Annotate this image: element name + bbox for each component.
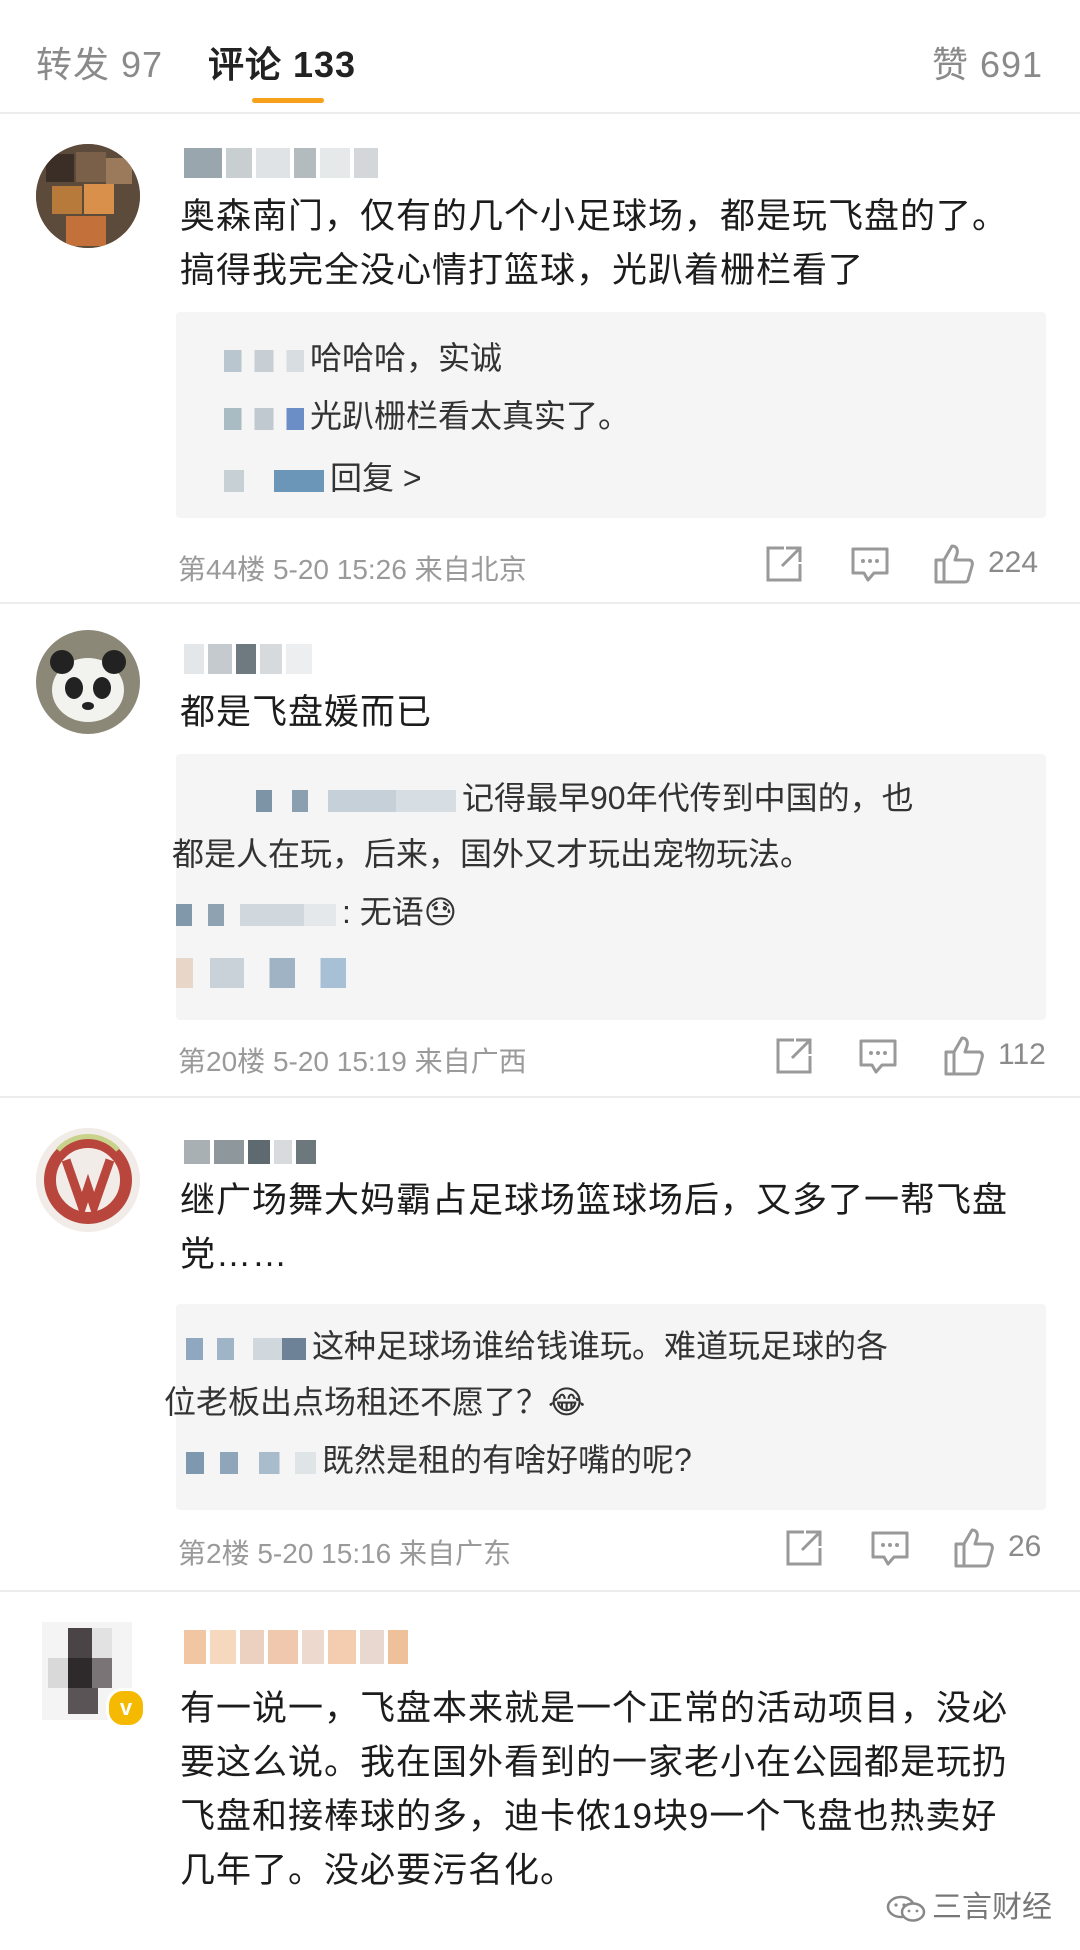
comment-icon[interactable]: [868, 1526, 912, 1570]
username-blurred[interactable]: [184, 148, 382, 178]
reply-line: [176, 950, 352, 990]
share-icon[interactable]: [772, 1034, 816, 1078]
share-icon[interactable]: [782, 1526, 826, 1570]
reply-box[interactable]: 这种足球场谁给钱谁玩。难道玩足球的各 位老板出点场租还不愿了？😂 既然是租的有啥…: [164, 1304, 1046, 1510]
avatar[interactable]: [36, 630, 140, 734]
divider: [0, 1096, 1080, 1098]
tab-reposts[interactable]: 转发 97: [36, 36, 163, 88]
avatar[interactable]: [36, 1128, 140, 1232]
comment-text: 奥森南门，仅有的几个小足球场，都是玩飞盘的了。搞得我完全没心情打篮球，光趴着栅栏…: [180, 197, 1009, 290]
reply-line: 位老板出点场租还不愿了？😂: [164, 1384, 586, 1420]
tab-comments[interactable]: 评论 133: [208, 36, 356, 88]
like-count: 224: [988, 546, 1039, 579]
divider: [0, 1590, 1080, 1592]
comment-text: 有一说一，飞盘本来就是一个正常的活动项目，没必要这么说。我在国外看到的一家老小在…: [180, 1689, 1009, 1890]
comment-text: 都是飞盘媛而已: [180, 693, 433, 732]
logo-avatar-image: [36, 1128, 140, 1232]
comment-meta: 第2楼 5-20 15:16 来自广东: [178, 1538, 512, 1569]
comment-meta: 第44楼 5-20 15:26 来自北京: [178, 554, 527, 585]
comment-text: 继广场舞大妈霸占足球场篮球场后，又多了一帮飞盘党……: [180, 1181, 1009, 1274]
reply-line: 这种足球场谁给钱谁玩。难道玩足球的各: [186, 1326, 888, 1366]
active-tab-indicator: [252, 98, 324, 103]
reply-line: 既然是租的有啥好嘴的呢?: [186, 1440, 692, 1480]
reply-line: 光趴栅栏看太真实了。: [224, 396, 630, 436]
like-count: 112: [998, 1038, 1046, 1071]
reply-line: 哈哈哈，实诚: [224, 338, 502, 378]
divider: [0, 602, 1080, 604]
reply-line: 记得最早90年代传到中国的，也: [256, 778, 914, 818]
like-icon[interactable]: [932, 542, 976, 586]
comment-icon[interactable]: [848, 542, 892, 586]
comment-tabs: 转发 97 评论 133 赞 691: [0, 0, 1080, 114]
username-blurred[interactable]: [184, 644, 316, 674]
like-icon[interactable]: [942, 1034, 986, 1078]
reply-box[interactable]: 哈哈哈，实诚 光趴栅栏看太真实了。 回复 >: [176, 312, 1046, 518]
watermark: 三言财经: [886, 1882, 1052, 1926]
username-blurred[interactable]: [184, 1630, 412, 1664]
like-icon[interactable]: [952, 1526, 996, 1570]
reply-line: : 无语😓: [176, 892, 457, 932]
reply-box[interactable]: 记得最早90年代传到中国的，也 都是人在玩，后来，国外又才玩出宠物玩法。 : 无…: [172, 754, 1046, 1020]
reply-line: 都是人在玩，后来，国外又才玩出宠物玩法。: [172, 836, 813, 872]
avatar-image: [36, 144, 140, 248]
panda-avatar-image: [36, 630, 140, 734]
avatar[interactable]: [36, 144, 140, 248]
tab-likes[interactable]: 赞 691: [932, 36, 1043, 88]
share-icon[interactable]: [762, 542, 806, 586]
comment-icon[interactable]: [856, 1034, 900, 1078]
verified-badge-icon: v: [106, 1688, 146, 1728]
comment-meta: 第20楼 5-20 15:19 来自广西: [178, 1046, 527, 1077]
like-count: 26: [1008, 1530, 1042, 1563]
view-replies-link[interactable]: 回复 >: [224, 458, 422, 498]
username-blurred[interactable]: [184, 1140, 320, 1164]
wechat-icon: [886, 1895, 926, 1922]
